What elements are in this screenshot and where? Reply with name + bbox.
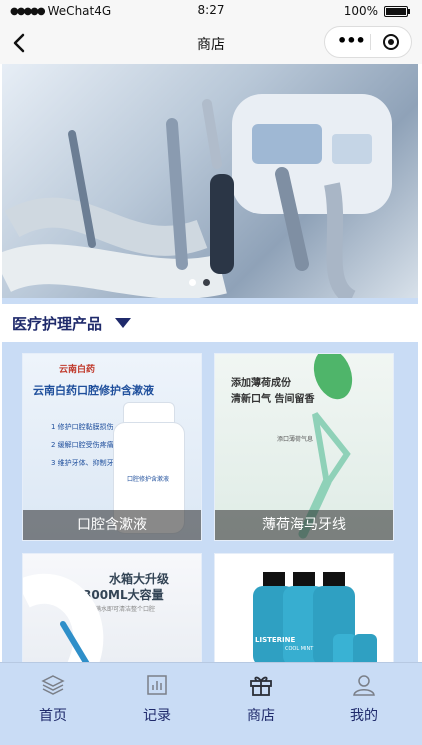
- battery-label: 100%: [343, 4, 378, 18]
- tab-label: 我的: [350, 708, 378, 724]
- banner-dot-active[interactable]: [189, 279, 196, 286]
- product-headline: 云南白药口腔修护含漱液: [33, 384, 154, 397]
- product-card-listerine[interactable]: LISTERINE COOL MINT: [214, 553, 394, 662]
- bottle-brand: LISTERINE: [255, 636, 296, 644]
- product-name: 口腔含漱液: [23, 510, 201, 540]
- user-icon: [353, 675, 375, 696]
- tab-shop[interactable]: 商店: [221, 673, 301, 725]
- product-name: 薄荷海马牙线: [215, 510, 393, 540]
- tab-home[interactable]: 首页: [13, 673, 93, 725]
- tab-profile[interactable]: 我的: [324, 673, 404, 725]
- tab-label: 首页: [39, 708, 67, 724]
- category-header[interactable]: 医疗护理产品: [2, 304, 418, 342]
- product-card-mouthwash[interactable]: 云南白药 云南白药口腔修护含漱液 1 修护口腔黏膜损伤 2 缓解口腔受伤疼痛 3…: [22, 353, 202, 541]
- capsule-divider: [370, 34, 371, 50]
- category-title: 医疗护理产品: [12, 315, 103, 333]
- banner-carousel[interactable]: [2, 64, 418, 298]
- product-grid: 云南白药 云南白药口腔修护含漱液 1 修护口腔黏膜损伤 2 缓解口腔受伤疼痛 3…: [2, 342, 418, 662]
- close-miniprogram-icon[interactable]: [383, 34, 399, 50]
- banner-dot[interactable]: [203, 279, 210, 286]
- tab-label: 商店: [247, 708, 275, 724]
- bullet-2: 2 缓解口腔受伤疼痛: [51, 441, 114, 449]
- banner-image: [2, 94, 392, 298]
- battery-status: 100%: [343, 4, 410, 18]
- caret-down-icon: [115, 318, 131, 328]
- status-bar: ●●●●● WeChat4G 8:27 100%: [0, 0, 422, 22]
- miniprogram-capsule: •••: [324, 26, 412, 58]
- product-card-water-flosser[interactable]: 水箱大升级 300ML大容量 一次满水即可清洁整个口腔: [22, 553, 202, 662]
- tab-records[interactable]: 记录: [117, 673, 197, 725]
- tab-label: 记录: [143, 708, 171, 724]
- water-flosser-illustration: [23, 573, 104, 662]
- gift-icon: [250, 676, 272, 696]
- layers-icon: [41, 675, 65, 695]
- bottle-label: 口腔修护含漱液: [126, 476, 169, 483]
- brand-logo: 云南白药: [59, 365, 96, 375]
- battery-icon: [384, 5, 410, 17]
- bottle-sub: COOL MINT: [285, 646, 314, 652]
- tab-bar: 首页 记录 商店 我的: [0, 662, 422, 745]
- chart-icon: [147, 675, 167, 695]
- bullet-1: 1 修护口腔黏膜损伤: [51, 423, 114, 431]
- product-card-floss[interactable]: 添加薄荷成份 清新口气 告间留香 添口薄荷气息 薄荷海马牙线: [214, 353, 394, 541]
- nav-bar: 商店 •••: [0, 22, 422, 64]
- more-icon[interactable]: •••: [337, 31, 366, 50]
